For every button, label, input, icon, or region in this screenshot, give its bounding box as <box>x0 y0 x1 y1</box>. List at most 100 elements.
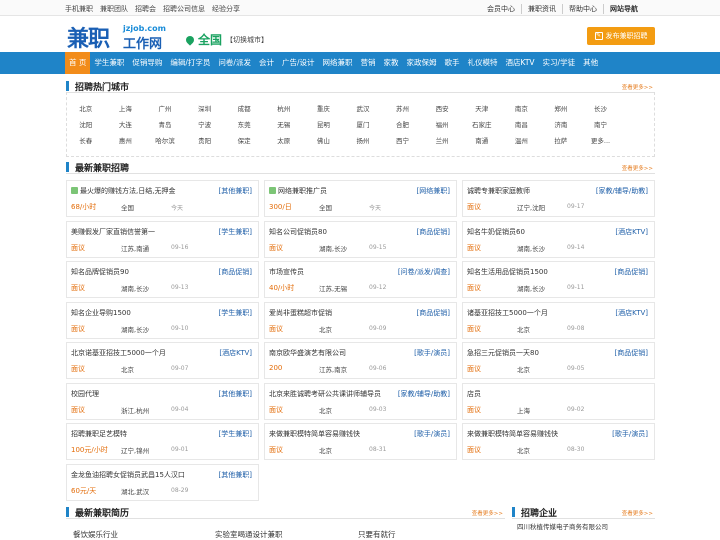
job-card[interactable]: 市场宣传员 [问卷/派发/调查] 40/小时 江苏,无锡 09-12 <box>264 261 457 298</box>
city-link[interactable]: 佛山 <box>304 135 344 145</box>
job-category[interactable]: [学生兼职] <box>219 227 252 237</box>
job-card[interactable]: 美赚假发厂家直销信誉第一 [学生兼职] 面议 江苏,南通 09-16 <box>66 220 259 258</box>
city-link[interactable]: 南京 <box>502 103 542 113</box>
job-category[interactable]: [歌手/演员] <box>414 429 450 439</box>
job-category[interactable]: [学生兼职] <box>219 308 252 318</box>
city-link[interactable]: 厦门 <box>343 119 383 129</box>
job-category[interactable]: [商品促销] <box>417 227 450 237</box>
city-link[interactable]: 更多... <box>581 135 621 145</box>
job-title[interactable]: 网络兼职推广员 <box>269 186 327 196</box>
job-card[interactable]: 诚聘专兼职家庭教师 [家教/辅导/助教] 面议 辽宁,沈阳 09-17 <box>462 180 655 217</box>
nav-item[interactable]: 学生兼职 <box>90 52 128 74</box>
nav-item[interactable]: 实习/学徒 <box>539 52 580 74</box>
nav-item[interactable]: 编辑/打字员 <box>166 52 214 74</box>
city-link[interactable]: 杭州 <box>264 103 304 113</box>
company-more-link[interactable]: 查看更多>> <box>622 509 653 517</box>
job-card[interactable]: 知名牛奶促销员60 [酒店KTV] 面议 湖南,长沙 09-14 <box>462 220 655 258</box>
job-title[interactable]: 来做兼职模特简单容易赚钱快 <box>467 429 558 439</box>
nav-item[interactable]: 其他 <box>579 52 602 74</box>
job-category[interactable]: [其他兼职] <box>219 389 252 399</box>
nav-item[interactable]: 家教 <box>379 52 402 74</box>
top-link-mobile[interactable]: 手机兼职 <box>65 4 93 14</box>
site-logo[interactable]: 兼职 jzjob.com 工作网 <box>67 23 171 52</box>
job-card[interactable]: 知名生活用品促销员1500 [商品促销] 面议 湖南,长沙 09-11 <box>462 261 655 298</box>
job-card[interactable]: 校园代理 [其他兼职] 面议 浙江,杭州 09-04 <box>66 382 259 420</box>
job-category[interactable]: [商品促销] <box>615 267 648 277</box>
city-link[interactable]: 温州 <box>502 135 542 145</box>
top-link-member-center[interactable]: 会员中心 <box>481 4 521 14</box>
city-link[interactable]: 惠州 <box>106 135 146 145</box>
job-title[interactable]: 知名品牌促销员90 <box>71 267 129 277</box>
job-card[interactable]: 知名企业导购1500 [学生兼职] 面议 湖南,长沙 09-10 <box>66 301 259 339</box>
city-link[interactable]: 石家庄 <box>462 119 502 129</box>
resume-item[interactable]: 只要有就行 <box>358 529 396 540</box>
latest-resume-more-link[interactable]: 查看更多>> <box>472 509 503 517</box>
city-link[interactable]: 苏州 <box>383 103 423 113</box>
city-link[interactable]: 济南 <box>541 119 581 129</box>
job-title[interactable]: 最火爆的赚钱方法,日结,无押金 <box>71 186 175 196</box>
city-link[interactable]: 南通 <box>462 135 502 145</box>
job-title[interactable]: 来做兼职模特简单容易赚钱快 <box>269 429 360 439</box>
city-link[interactable]: 无锡 <box>264 119 304 129</box>
hot-city-more-link[interactable]: 查看更多>> <box>622 83 653 91</box>
city-link[interactable]: 太原 <box>264 135 304 145</box>
job-card[interactable]: 网络兼职推广员 [网络兼职] 300/日 全国 今天 <box>264 180 457 217</box>
resume-item[interactable]: 餐饮娱乐行业 <box>73 529 118 540</box>
job-title[interactable]: 急招三元促销员一天80 <box>467 348 539 358</box>
resume-item[interactable]: 实验室喝通设计兼职 <box>215 529 283 540</box>
city-link[interactable]: 上海 <box>106 103 146 113</box>
job-category[interactable]: [酒店KTV] <box>615 227 648 237</box>
top-link-experience[interactable]: 经验分享 <box>212 4 240 14</box>
job-title[interactable]: 爱尚非蛋糕超市促销 <box>269 308 332 318</box>
job-card[interactable]: 北京诺基亚招技工5000一个月 [酒店KTV] 面议 北京 09-07 <box>66 342 259 379</box>
city-link[interactable]: 扬州 <box>343 135 383 145</box>
job-title[interactable]: 美赚假发厂家直销信誉第一 <box>71 227 155 237</box>
job-card[interactable]: 招聘兼职足艺模特 [学生兼职] 100元/小时 辽宁,锦州 09-01 <box>66 423 259 460</box>
job-category[interactable]: [其他兼职] <box>219 186 252 196</box>
city-link[interactable]: 拉萨 <box>541 135 581 145</box>
job-card[interactable]: 北京来胜诚聘考研公共课讲师辅导员 [家教/辅导/助教] 面议 北京 09-03 <box>264 382 457 420</box>
city-link[interactable]: 郑州 <box>541 103 581 113</box>
job-card[interactable]: 知名品牌促销员90 [商品促销] 面议 湖南,长沙 09-13 <box>66 261 259 298</box>
job-category[interactable]: [家教/辅导/助教] <box>398 389 450 399</box>
city-link[interactable]: 重庆 <box>304 103 344 113</box>
city-link[interactable]: 兰州 <box>422 135 462 145</box>
top-link-teams[interactable]: 兼职团队 <box>100 4 128 14</box>
nav-item[interactable]: 问卷/派发 <box>214 52 255 74</box>
job-card[interactable]: 来做兼职模特简单容易赚钱快 [歌手/演员] 面议 北京 08-30 <box>462 423 655 460</box>
city-link[interactable]: 福州 <box>422 119 462 129</box>
nav-item[interactable]: 广告/设计 <box>278 52 319 74</box>
nav-item[interactable]: 酒店KTV <box>501 52 538 74</box>
job-card[interactable]: 诸基亚招技工5000一个月 [酒店KTV] 面议 北京 09-08 <box>462 301 655 339</box>
city-link[interactable]: 长春 <box>66 135 106 145</box>
city-link[interactable]: 深圳 <box>185 103 225 113</box>
city-link[interactable]: 南昌 <box>502 119 542 129</box>
nav-item[interactable]: 首 页 <box>65 52 91 74</box>
city-link[interactable]: 合肥 <box>383 119 423 129</box>
city-link[interactable]: 贵阳 <box>185 135 225 145</box>
job-category[interactable]: [商品促销] <box>417 308 450 318</box>
city-link[interactable]: 保定 <box>224 135 264 145</box>
job-title[interactable]: 知名企业导购1500 <box>71 308 131 318</box>
city-link[interactable]: 长沙 <box>581 103 621 113</box>
job-title[interactable]: 知名牛奶促销员60 <box>467 227 525 237</box>
top-link-help[interactable]: 帮助中心 <box>562 4 603 14</box>
job-card[interactable]: 南京欧华盛演艺有限公司 [歌手/演员] 200 江苏,南京 09-06 <box>264 342 457 379</box>
city-link[interactable]: 大连 <box>106 119 146 129</box>
job-category[interactable]: [歌手/演员] <box>612 429 648 439</box>
nav-item[interactable]: 促销导购 <box>128 52 166 74</box>
job-category[interactable]: [其他兼职] <box>219 470 252 480</box>
job-category[interactable]: [酒店KTV] <box>615 308 648 318</box>
job-title[interactable]: 市场宣传员 <box>269 267 304 277</box>
job-category[interactable]: [家教/辅导/助教] <box>596 186 648 196</box>
job-category[interactable]: [酒店KTV] <box>219 348 252 358</box>
job-title[interactable]: 校园代理 <box>71 389 99 399</box>
city-link[interactable]: 广州 <box>145 103 185 113</box>
post-job-button[interactable]: ✎ 发布兼职招聘 <box>587 27 655 45</box>
nav-item[interactable]: 礼仪模特 <box>463 52 501 74</box>
job-title[interactable]: 北京诺基亚招技工5000一个月 <box>71 348 166 358</box>
job-category[interactable]: [商品促销] <box>219 267 252 277</box>
top-link-company-info[interactable]: 招聘公司信息 <box>163 4 205 14</box>
job-title[interactable]: 金龙鱼油招聘女促销员武昌15人汉口 <box>71 470 185 480</box>
job-title[interactable]: 招聘兼职足艺模特 <box>71 429 127 439</box>
